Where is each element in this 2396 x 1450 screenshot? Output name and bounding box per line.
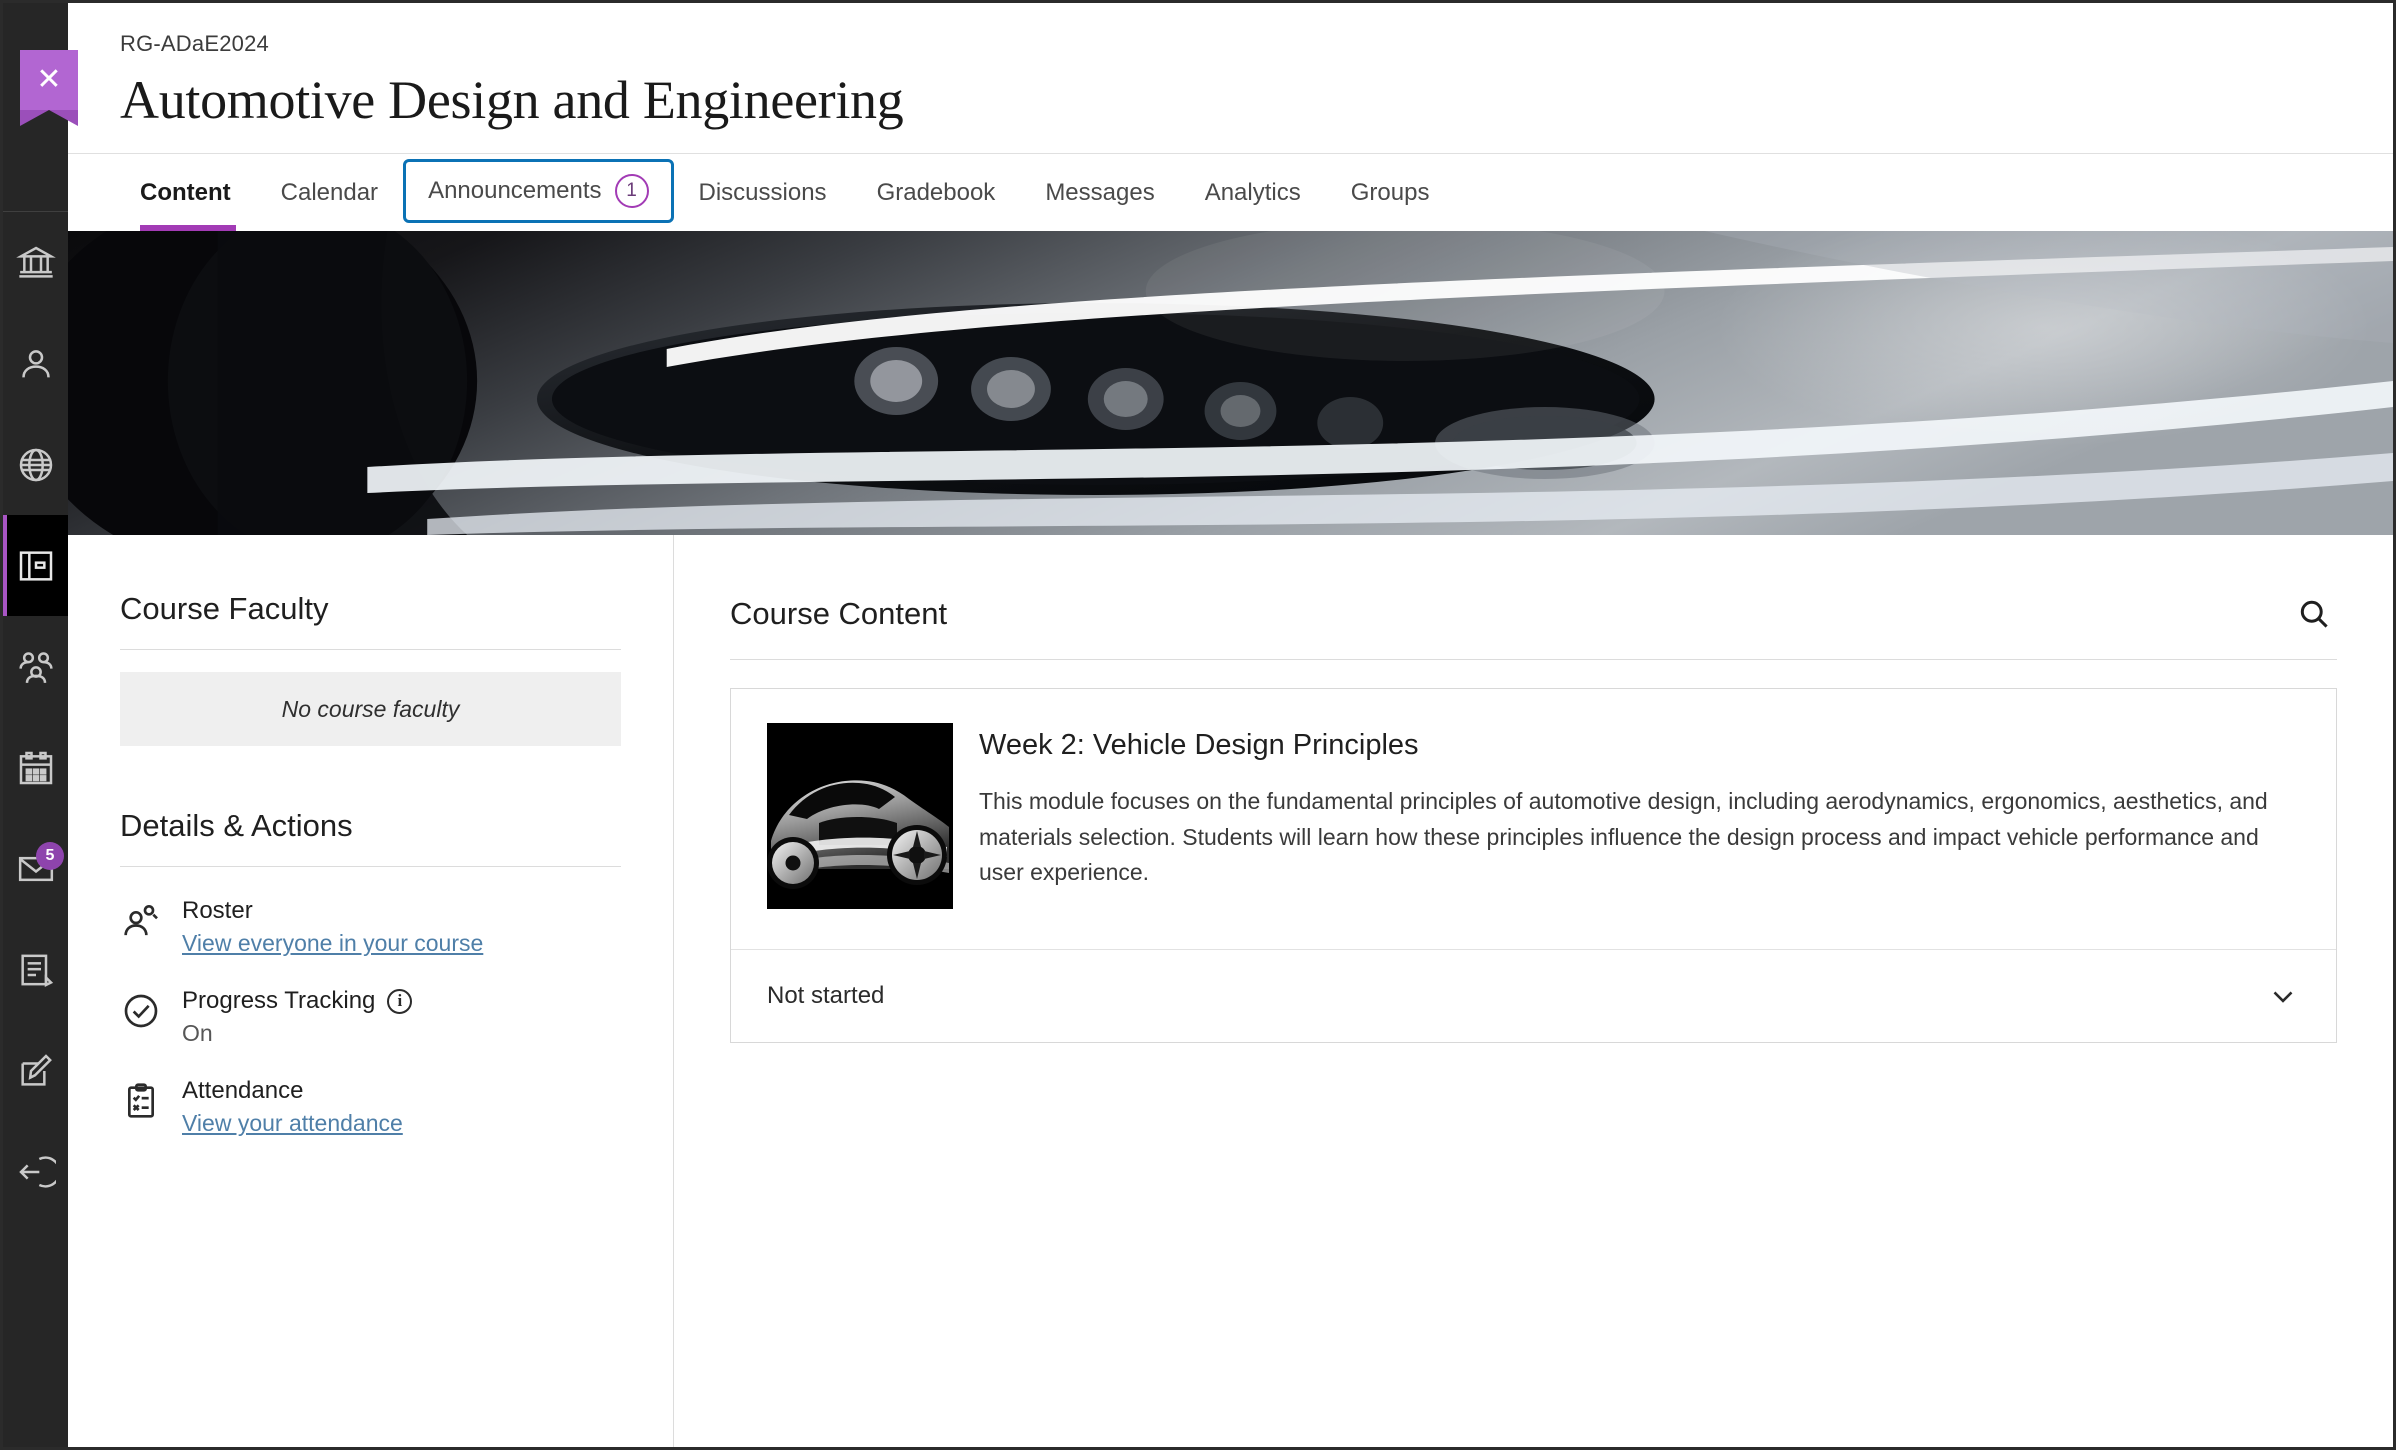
- roster-body: Roster View everyone in your course: [182, 897, 621, 957]
- course-faculty-heading: Course Faculty: [120, 591, 329, 626]
- tab-calendar[interactable]: Calendar: [256, 154, 403, 232]
- page-title: Automotive Design and Engineering: [120, 70, 904, 130]
- rail-item-profile[interactable]: [3, 313, 68, 414]
- course-content-header: Course Content: [730, 591, 2337, 637]
- progress-tracking-body: Progress Tracking i On: [182, 987, 621, 1047]
- rail-item-list: 5: [3, 212, 68, 1222]
- tab-announcements[interactable]: Announcements 1: [403, 159, 674, 223]
- course-code: RG-ADaE2024: [120, 31, 269, 56]
- course-tabs-container: Content Calendar Announcements 1 Discuss…: [68, 153, 2393, 232]
- rail-item-activity-stream[interactable]: [3, 414, 68, 515]
- rail-item-institution-page[interactable]: [3, 212, 68, 313]
- tab-content[interactable]: Content: [120, 154, 256, 232]
- tab-label: Groups: [1350, 179, 1430, 206]
- rail-item-grades[interactable]: [3, 919, 68, 1020]
- chevron-down-icon[interactable]: [2266, 979, 2300, 1013]
- global-navigation-rail: 5: [3, 3, 68, 1447]
- calendar-icon: [16, 748, 56, 788]
- tab-discussions[interactable]: Discussions: [674, 154, 852, 232]
- check-circle-icon: [120, 987, 162, 1031]
- course-content-area: Course Content Week 2: Vehicle Design Pr…: [674, 535, 2393, 1447]
- content-card-footer[interactable]: Not started: [731, 949, 2336, 1042]
- info-icon[interactable]: i: [387, 988, 413, 1014]
- rail-item-organizations[interactable]: [3, 616, 68, 717]
- search-icon[interactable]: [2291, 591, 2337, 637]
- course-banner-image: [68, 231, 2393, 535]
- tab-label: Content: [140, 179, 231, 206]
- tab-label: Gradebook: [876, 179, 996, 206]
- course-sidebar: Course Faculty No course faculty Details…: [68, 535, 674, 1447]
- view-attendance-link[interactable]: View your attendance: [182, 1110, 403, 1137]
- course-body: Course Faculty No course faculty Details…: [68, 535, 2393, 1447]
- view-everyone-link[interactable]: View everyone in your course: [182, 930, 483, 957]
- attendance-label: Attendance: [182, 1077, 304, 1104]
- institution-icon: [15, 243, 56, 283]
- progress-tracking-label: Progress Tracking i: [182, 987, 621, 1015]
- status-badge: Not started: [767, 982, 885, 1009]
- close-course-button[interactable]: ✕: [20, 50, 78, 126]
- faculty-divider: [120, 649, 621, 650]
- announcements-badge: 1: [614, 174, 649, 208]
- tab-label: Announcements: [428, 177, 602, 204]
- rail-item-calendar[interactable]: [3, 717, 68, 818]
- groups-icon: [16, 647, 56, 687]
- detail-row-attendance: Attendance View your attendance: [120, 1077, 621, 1137]
- details-actions-heading: Details & Actions: [120, 808, 353, 843]
- content-item-description: This module focuses on the fundamental p…: [979, 788, 2268, 886]
- course-panel: RG-ADaE2024 Automotive Design and Engine…: [68, 3, 2393, 1447]
- tab-groups[interactable]: Groups: [1326, 154, 1455, 232]
- rail-item-sign-out[interactable]: [3, 1121, 68, 1222]
- course-header: RG-ADaE2024 Automotive Design and Engine…: [68, 3, 2393, 131]
- document-lines-icon: [16, 950, 56, 990]
- progress-tracking-status: On: [182, 1020, 213, 1046]
- roster-label: Roster: [182, 897, 253, 924]
- content-thumbnail: [767, 723, 953, 909]
- content-card-main[interactable]: Week 2: Vehicle Design Principles This m…: [731, 689, 2336, 949]
- tab-messages[interactable]: Messages: [1020, 154, 1179, 232]
- tab-label: Calendar: [280, 179, 379, 206]
- close-icon: ✕: [36, 63, 62, 96]
- globe-icon: [16, 445, 56, 485]
- rail-item-tools[interactable]: [3, 1020, 68, 1121]
- banner-graphic: [68, 231, 2393, 535]
- rail-item-courses[interactable]: [3, 515, 68, 616]
- courses-icon: [16, 546, 56, 586]
- detail-row-progress-tracking: Progress Tracking i On: [120, 987, 621, 1047]
- car-thumbnail-graphic: [767, 723, 953, 909]
- detail-row-roster: Roster View everyone in your course: [120, 897, 621, 957]
- edit-square-icon: [16, 1051, 56, 1091]
- tab-label: Analytics: [1204, 179, 1301, 206]
- close-ribbon-notch: [20, 110, 78, 126]
- no-course-faculty-message: No course faculty: [120, 672, 621, 746]
- tab-label: Messages: [1045, 179, 1155, 206]
- tab-label: Discussions: [698, 179, 827, 206]
- tab-gradebook[interactable]: Gradebook: [852, 154, 1021, 232]
- roster-people-icon: [120, 897, 162, 941]
- messages-badge: 5: [36, 842, 64, 870]
- content-card-text: Week 2: Vehicle Design Principles This m…: [979, 723, 2300, 909]
- course-tabs: Content Calendar Announcements 1 Discuss…: [68, 154, 2393, 232]
- content-item-card: Week 2: Vehicle Design Principles This m…: [730, 688, 2337, 1043]
- clipboard-check-icon: [120, 1077, 162, 1121]
- progress-tracking-text: Progress Tracking: [182, 987, 376, 1014]
- person-icon: [16, 344, 56, 384]
- details-divider: [120, 866, 621, 867]
- attendance-body: Attendance View your attendance: [182, 1077, 621, 1137]
- tab-analytics[interactable]: Analytics: [1180, 154, 1326, 232]
- content-item-title: Week 2: Vehicle Design Principles: [979, 729, 1419, 761]
- rail-item-messages[interactable]: 5: [3, 818, 68, 919]
- course-page: 5 ✕ RG-ADaE2024 Automotive Design and En…: [0, 0, 2396, 1450]
- content-divider: [730, 659, 2337, 660]
- course-content-heading: Course Content: [730, 596, 948, 631]
- sign-out-icon: [16, 1152, 56, 1192]
